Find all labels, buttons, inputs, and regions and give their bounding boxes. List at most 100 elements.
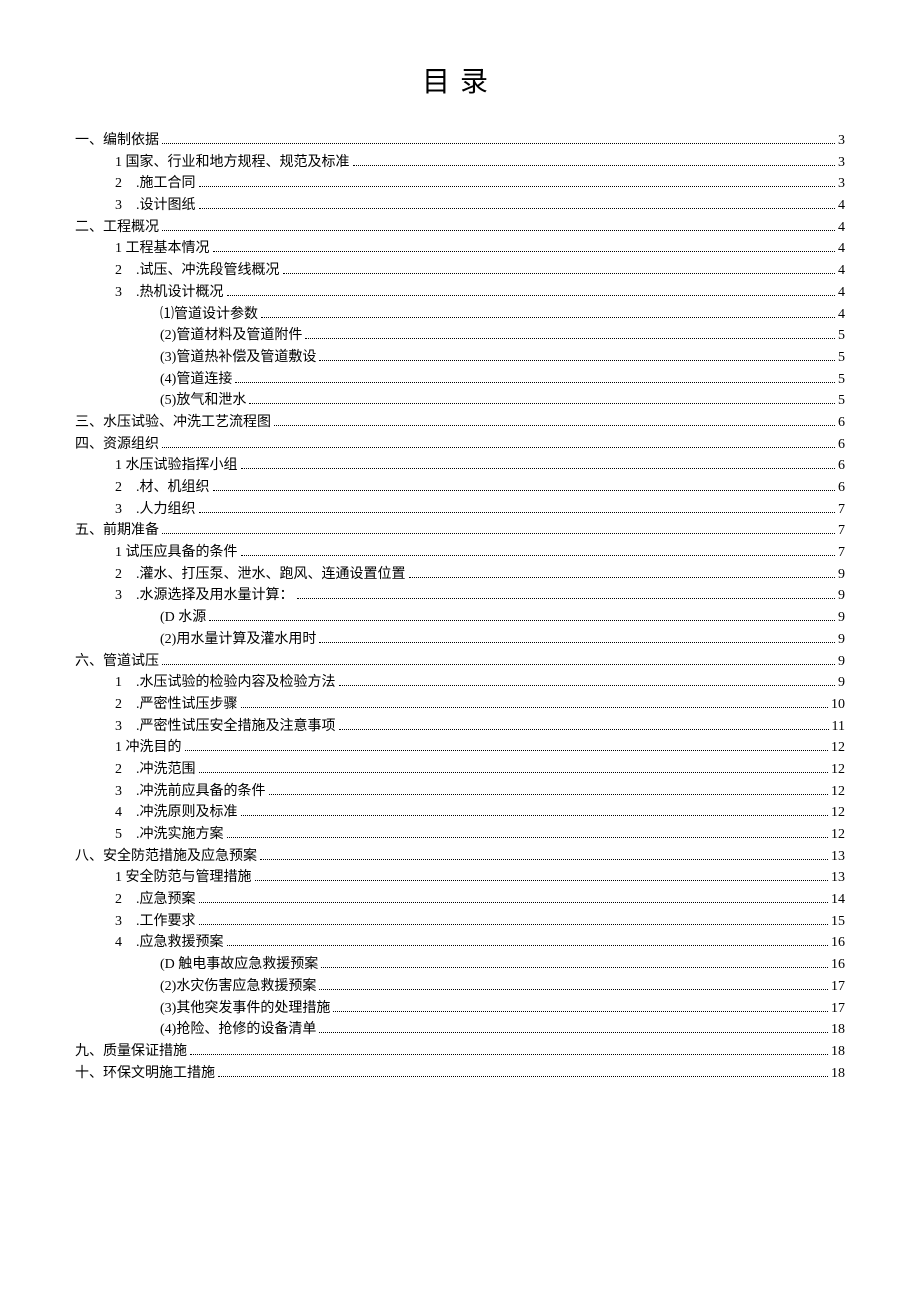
toc-entry-page: 12 [831,802,845,824]
toc-entry: 4 .冲洗原则及标准 12 [75,802,845,824]
toc-entry: 2 .严密性试压步骤 10 [75,694,845,716]
toc-leader-dots [199,902,829,903]
toc-entry-page: 18 [831,1063,845,1085]
toc-entry-label: (2)水灾伤害应急救援预案 [160,976,316,998]
toc-leader-dots [260,859,828,860]
toc-leader-dots [339,685,836,686]
toc-entry: (5)放气和泄水5 [75,390,845,412]
toc-entry-page: 6 [838,434,845,456]
toc-leader-dots [235,382,835,383]
toc-entry-page: 4 [838,304,845,326]
toc-leader-dots [241,555,836,556]
toc-entry: 九、质量保证措施18 [75,1041,845,1063]
toc-entry: (2)水灾伤害应急救援预案17 [75,976,845,998]
toc-entry: 五、前期准备7 [75,520,845,542]
toc-entry-page: 4 [838,195,845,217]
toc-entry-page: 4 [838,238,845,260]
toc-entry: (2)管道材料及管道附件 5 [75,325,845,347]
toc-entry: 六、管道试压 9 [75,651,845,673]
toc-entry-page: 3 [838,130,845,152]
toc-leader-dots [162,447,835,448]
toc-entry-label: (3)其他突发事件的处理措施 [160,998,330,1020]
toc-entry: (D 水源9 [75,607,845,629]
toc-title: 目录 [75,60,845,100]
toc-entry-page: 4 [838,260,845,282]
toc-leader-dots [199,186,836,187]
toc-leader-dots [297,598,836,599]
toc-entry-page: 4 [838,282,845,304]
toc-container: 一、编制依据31 国家、行业和地方规程、规范及标准32 .施工合同33 .设计图… [75,130,845,1084]
toc-entry: (4)管道连接 5 [75,369,845,391]
toc-leader-dots [319,360,835,361]
toc-leader-dots [199,512,836,513]
toc-entry-label: 五、前期准备 [75,520,159,542]
toc-entry-label: 八、安全防范措施及应急预案 [75,846,257,868]
toc-leader-dots [353,165,836,166]
toc-entry-label: 3 .设计图纸 [115,195,196,217]
toc-entry-label: 3 .水源选择及用水量计算： [115,585,294,607]
toc-entry: 3 .冲洗前应具备的条件12 [75,781,845,803]
toc-entry-page: 9 [838,651,845,673]
toc-leader-dots [339,729,829,730]
toc-entry-label: (3)管道热补偿及管道敷设 [160,347,316,369]
toc-entry-page: 6 [838,455,845,477]
toc-leader-dots [227,837,829,838]
toc-leader-dots [227,295,836,296]
toc-entry-label: 3 .人力组织 [115,499,196,521]
toc-entry-label: 1 冲洗目的 [115,737,182,759]
toc-entry-label: (4)抢险、抢修的设备清单 [160,1019,316,1041]
toc-entry: 四、资源组织 6 [75,434,845,456]
toc-entry-label: 1 工程基本情况 [115,238,210,260]
toc-entry-label: 六、管道试压 [75,651,159,673]
toc-entry-page: 12 [831,759,845,781]
toc-entry: 4 .应急救援预案16 [75,932,845,954]
toc-entry: 3 .水源选择及用水量计算： 9 [75,585,845,607]
toc-entry: 1 冲洗目的12 [75,737,845,759]
toc-entry: 3 .严密性试压安全措施及注意事项11 [75,716,845,738]
toc-entry: 1 试压应具备的条件7 [75,542,845,564]
toc-leader-dots [199,924,829,925]
toc-leader-dots [162,230,835,231]
toc-entry-label: (D 触电事故应急救援预案 [160,954,318,976]
toc-entry-label: 2 .严密性试压步骤 [115,694,238,716]
toc-leader-dots [162,533,835,534]
toc-entry: 一、编制依据3 [75,130,845,152]
toc-entry: 1 安全防范与管理措施13 [75,867,845,889]
toc-leader-dots [162,664,835,665]
toc-entry-page: 9 [838,607,845,629]
toc-entry-page: 17 [831,998,845,1020]
toc-entry: (3)其他突发事件的处理措施 17 [75,998,845,1020]
toc-entry-label: 4 .冲洗原则及标准 [115,802,238,824]
toc-entry-label: 3 .工作要求 [115,911,196,933]
toc-entry-page: 3 [838,173,845,195]
toc-entry-label: 3 .冲洗前应具备的条件 [115,781,266,803]
toc-leader-dots [409,577,836,578]
toc-entry-page: 6 [838,477,845,499]
toc-entry-page: 9 [838,585,845,607]
toc-entry-label: (2)用水量计算及灌水用时 [160,629,316,651]
toc-entry: 3 .工作要求15 [75,911,845,933]
toc-entry-label: 四、资源组织 [75,434,159,456]
toc-entry-page: 5 [838,325,845,347]
toc-entry: 3 .设计图纸 4 [75,195,845,217]
toc-entry-page: 10 [831,694,845,716]
toc-entry-label: 3 .热机设计概况 [115,282,224,304]
toc-leader-dots [319,1032,828,1033]
toc-entry-label: 3 .严密性试压安全措施及注意事项 [115,716,336,738]
toc-entry-label: 2 .试压、冲洗段管线概况 [115,260,280,282]
toc-entry-label: 2 .施工合同 [115,173,196,195]
toc-entry-label: (2)管道材料及管道附件 [160,325,302,347]
toc-leader-dots [241,815,829,816]
toc-leader-dots [213,490,836,491]
toc-entry-page: 5 [838,369,845,391]
toc-entry: 5 .冲洗实施方案12 [75,824,845,846]
toc-entry-label: 三、水压试验、冲洗工艺流程图 [75,412,271,434]
toc-entry-page: 7 [838,499,845,521]
toc-entry: (4)抢险、抢修的设备清单18 [75,1019,845,1041]
toc-leader-dots [199,208,836,209]
toc-entry-label: 2 .灌水、打压泵、泄水、跑风、连通设置位置 [115,564,406,586]
toc-leader-dots [319,642,835,643]
toc-leader-dots [162,143,835,144]
toc-leader-dots [209,620,835,621]
toc-entry-label: (4)管道连接 [160,369,232,391]
